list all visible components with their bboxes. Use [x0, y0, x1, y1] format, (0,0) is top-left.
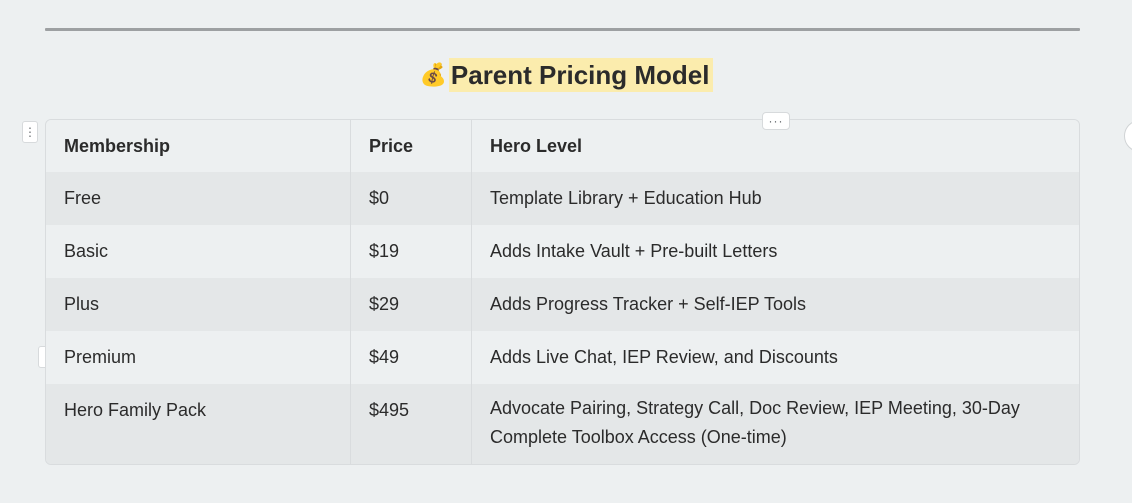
table-header-row: Membership Price Hero Level [46, 120, 1079, 172]
cell-hero-level[interactable]: Adds Progress Tracker + Self-IEP Tools [472, 278, 1079, 331]
cell-price[interactable]: $19 [351, 225, 472, 278]
divider [45, 28, 1080, 31]
page-title-container: 💰 Parent Pricing Model [0, 58, 1132, 92]
table-options-button[interactable]: ··· [762, 112, 790, 130]
cell-price[interactable]: $29 [351, 278, 472, 331]
cell-price[interactable]: $49 [351, 331, 472, 384]
cell-hero-level[interactable]: Adds Live Chat, IEP Review, and Discount… [472, 331, 1079, 384]
header-price[interactable]: Price [351, 120, 472, 172]
cell-price[interactable]: $0 [351, 172, 472, 225]
table-drag-handle[interactable]: ⋮ [22, 121, 38, 143]
table-row: Free $0 Template Library + Education Hub [46, 172, 1079, 225]
cell-membership[interactable]: Premium [46, 331, 351, 384]
cell-membership[interactable]: Hero Family Pack [46, 384, 351, 464]
page-title: 💰 Parent Pricing Model [419, 58, 713, 92]
cell-hero-level[interactable]: Advocate Pairing, Strategy Call, Doc Rev… [472, 384, 1079, 464]
drag-handle-icon: ⋮ [24, 125, 36, 139]
cell-membership[interactable]: Basic [46, 225, 351, 278]
table-row: Premium $49 Adds Live Chat, IEP Review, … [46, 331, 1079, 384]
cell-hero-level[interactable]: Template Library + Education Hub [472, 172, 1079, 225]
cell-membership[interactable]: Free [46, 172, 351, 225]
table-row: Plus $29 Adds Progress Tracker + Self-IE… [46, 278, 1079, 331]
money-bag-icon: 💰 [419, 62, 447, 87]
table-row: Hero Family Pack $495 Advocate Pairing, … [46, 384, 1079, 464]
more-icon: ··· [768, 114, 784, 128]
header-membership[interactable]: Membership [46, 120, 351, 172]
add-comment-button[interactable] [1124, 120, 1132, 152]
cell-hero-level[interactable]: Adds Intake Vault + Pre-built Letters [472, 225, 1079, 278]
cell-price[interactable]: $495 [351, 384, 472, 464]
page-title-text[interactable]: Parent Pricing Model [448, 58, 713, 92]
cell-membership[interactable]: Plus [46, 278, 351, 331]
pricing-table: Membership Price Hero Level Free $0 Temp… [45, 119, 1080, 465]
table-row: Basic $19 Adds Intake Vault + Pre-built … [46, 225, 1079, 278]
